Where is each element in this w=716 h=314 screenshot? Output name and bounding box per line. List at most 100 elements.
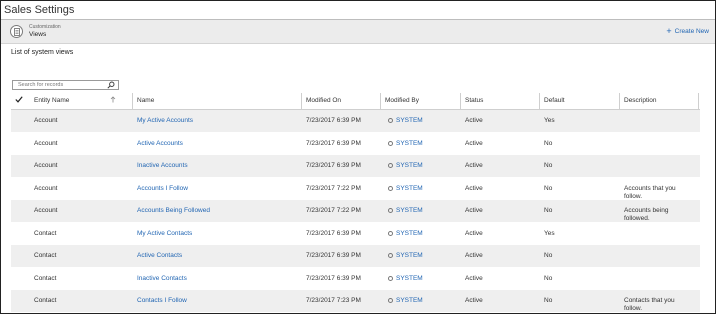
entity-name-cell: Account bbox=[34, 139, 58, 147]
sort-ascending-icon[interactable] bbox=[110, 96, 116, 105]
modified-on-cell: 7/23/2017 6:39 PM bbox=[306, 229, 361, 237]
table-row[interactable]: Contact Contacts I Follow 7/23/2017 7:23… bbox=[11, 290, 700, 313]
views-grid: Entity Name Name Modified On Modified By… bbox=[11, 91, 700, 313]
default-cell: No bbox=[544, 207, 553, 214]
entity-name-cell: Account bbox=[34, 184, 58, 192]
modified-by-link[interactable]: SYSTEM bbox=[388, 297, 423, 304]
column-header-name[interactable]: Name bbox=[137, 97, 154, 104]
column-separator[interactable] bbox=[539, 93, 540, 109]
entity-name-cell: Contact bbox=[34, 297, 57, 304]
modified-by-link[interactable]: SYSTEM bbox=[388, 207, 423, 214]
column-separator[interactable] bbox=[619, 93, 620, 109]
column-header-default[interactable]: Default bbox=[544, 97, 565, 104]
view-name-link[interactable]: Accounts Being Followed bbox=[137, 207, 210, 214]
default-cell: No bbox=[544, 139, 553, 147]
modified-by-label: SYSTEM bbox=[396, 297, 423, 304]
column-separator[interactable] bbox=[132, 93, 133, 109]
modified-by-link[interactable]: SYSTEM bbox=[388, 117, 423, 124]
column-separator[interactable] bbox=[698, 93, 699, 109]
column-header-description[interactable]: Description bbox=[624, 97, 657, 104]
status-cell: Active bbox=[465, 274, 483, 282]
default-cell: No bbox=[544, 162, 553, 169]
default-cell: No bbox=[544, 297, 553, 304]
modified-by-link[interactable]: SYSTEM bbox=[388, 275, 423, 282]
view-name-link[interactable]: Accounts I Follow bbox=[137, 185, 188, 192]
column-header-modified-on[interactable]: Modified On bbox=[306, 97, 341, 104]
modified-by-label: SYSTEM bbox=[396, 207, 423, 214]
modified-by-label: SYSTEM bbox=[396, 274, 423, 282]
modified-on-cell: 7/23/2017 7:22 PM bbox=[306, 184, 361, 192]
user-presence-icon bbox=[388, 298, 393, 303]
table-row[interactable]: Account My Active Accounts 7/23/2017 6:3… bbox=[11, 110, 700, 133]
table-row[interactable]: Account Active Accounts 7/23/2017 6:39 P… bbox=[11, 133, 700, 155]
app-window: Sales Settings Customization Views + Cre… bbox=[0, 0, 716, 314]
search-box[interactable] bbox=[12, 80, 119, 90]
user-presence-icon bbox=[388, 230, 393, 236]
column-header-status[interactable]: Status bbox=[465, 97, 483, 104]
view-name-link[interactable]: Inactive Contacts bbox=[137, 275, 187, 282]
view-name-link[interactable]: Inactive Accounts bbox=[137, 162, 188, 169]
view-name-link[interactable]: My Active Contacts bbox=[137, 230, 192, 237]
column-header-modified-by[interactable]: Modified By bbox=[385, 97, 419, 104]
modified-on-cell: 7/23/2017 6:39 PM bbox=[306, 139, 361, 147]
column-separator[interactable] bbox=[301, 93, 302, 109]
entity-name-cell: Contact bbox=[34, 274, 57, 282]
subheader-bar: Customization Views + Create New bbox=[1, 20, 715, 44]
status-cell: Active bbox=[465, 252, 483, 259]
user-presence-icon bbox=[388, 253, 393, 258]
modified-by-label: SYSTEM bbox=[396, 117, 423, 124]
user-presence-icon bbox=[388, 163, 393, 168]
description-cell: Accounts being followed. bbox=[624, 207, 669, 222]
modified-on-cell: 7/23/2017 7:22 PM bbox=[306, 207, 361, 214]
modified-by-link[interactable]: SYSTEM bbox=[388, 140, 423, 147]
column-header-entity-name[interactable]: Entity Name bbox=[34, 97, 69, 104]
table-row[interactable]: Contact Inactive Contacts 7/23/2017 6:39… bbox=[11, 268, 700, 290]
table-row[interactable]: Contact Active Contacts 7/23/2017 6:39 P… bbox=[11, 245, 700, 268]
table-row[interactable]: Account Accounts I Follow 7/23/2017 7:22… bbox=[11, 178, 700, 200]
modified-on-cell: 7/23/2017 6:39 PM bbox=[306, 117, 361, 124]
select-all-checkmark-icon[interactable] bbox=[15, 96, 23, 105]
column-separator[interactable] bbox=[460, 93, 461, 109]
modified-by-link[interactable]: SYSTEM bbox=[388, 185, 423, 192]
table-row[interactable]: Account Accounts Being Followed 7/23/201… bbox=[11, 200, 700, 223]
breadcrumb-current: Views bbox=[29, 31, 47, 38]
modified-by-link[interactable]: SYSTEM bbox=[388, 162, 423, 169]
status-cell: Active bbox=[465, 139, 483, 147]
create-new-button[interactable]: + Create New bbox=[666, 27, 709, 36]
document-icon bbox=[10, 25, 23, 38]
table-row[interactable]: Contact My Active Contacts 7/23/2017 6:3… bbox=[11, 223, 700, 245]
view-name-link[interactable]: Active Contacts bbox=[137, 252, 182, 259]
entity-name-cell: Account bbox=[34, 117, 58, 124]
section-title: List of system views bbox=[11, 49, 74, 56]
view-name-link[interactable]: My Active Accounts bbox=[137, 117, 193, 124]
table-row[interactable]: Account Inactive Accounts 7/23/2017 6:39… bbox=[11, 155, 700, 178]
view-name-link[interactable]: Active Accounts bbox=[137, 140, 183, 147]
view-name-link[interactable]: Contacts I Follow bbox=[137, 297, 187, 304]
user-presence-icon bbox=[388, 208, 393, 213]
search-icon[interactable] bbox=[107, 81, 115, 91]
entity-name-cell: Contact bbox=[34, 252, 57, 259]
modified-by-label: SYSTEM bbox=[396, 139, 423, 147]
modified-by-link[interactable]: SYSTEM bbox=[388, 252, 423, 259]
status-cell: Active bbox=[465, 229, 483, 237]
column-separator[interactable] bbox=[380, 93, 381, 109]
modified-on-cell: 7/23/2017 7:23 PM bbox=[306, 297, 361, 304]
default-cell: Yes bbox=[544, 117, 555, 124]
grid-header: Entity Name Name Modified On Modified By… bbox=[11, 91, 700, 110]
user-presence-icon bbox=[388, 118, 393, 123]
search-input[interactable] bbox=[13, 81, 103, 89]
description-cell: Accounts that you follow. bbox=[624, 184, 676, 200]
modified-on-cell: 7/23/2017 6:39 PM bbox=[306, 162, 361, 169]
modified-on-cell: 7/23/2017 6:39 PM bbox=[306, 274, 361, 282]
default-cell: Yes bbox=[544, 229, 555, 237]
user-presence-icon bbox=[388, 140, 393, 146]
modified-by-label: SYSTEM bbox=[396, 162, 423, 169]
modified-on-cell: 7/23/2017 6:39 PM bbox=[306, 252, 361, 259]
entity-name-cell: Account bbox=[34, 162, 58, 169]
app-title: Sales Settings bbox=[4, 4, 75, 16]
default-cell: No bbox=[544, 274, 553, 282]
status-cell: Active bbox=[465, 207, 483, 214]
default-cell: No bbox=[544, 252, 553, 259]
entity-name-cell: Account bbox=[34, 207, 58, 214]
modified-by-link[interactable]: SYSTEM bbox=[388, 230, 423, 237]
